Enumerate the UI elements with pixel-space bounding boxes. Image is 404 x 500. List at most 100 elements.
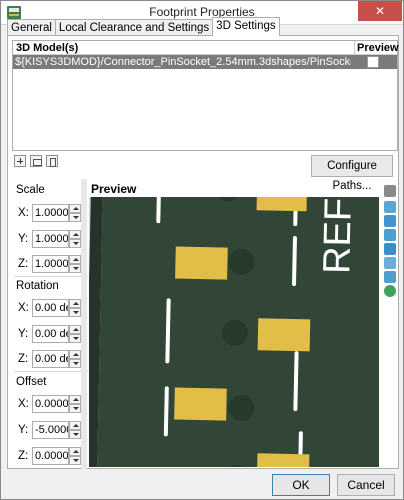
silk-line <box>156 197 162 224</box>
pad <box>256 197 308 212</box>
offset-z-input[interactable]: 0.0000 m <box>32 447 69 465</box>
spin-up-icon[interactable] <box>69 299 81 308</box>
spin-up-icon[interactable] <box>69 350 81 359</box>
spin-down-icon[interactable] <box>69 213 81 222</box>
pad-hole <box>221 319 248 346</box>
reload-icon[interactable] <box>384 285 396 297</box>
window-title: Footprint Properties <box>149 5 255 19</box>
spin-up-icon[interactable] <box>69 230 81 239</box>
model-path[interactable]: ${KISYS3DMOD}/Connector_PinSocket_2.54mm… <box>15 55 351 69</box>
offset-y-input[interactable]: -5.0000 n <box>32 421 69 439</box>
spin-down-icon[interactable] <box>69 359 81 368</box>
spin-down-icon[interactable] <box>69 334 81 343</box>
offset-x-label: X: <box>18 398 29 410</box>
offset-z-spinner[interactable] <box>69 447 81 465</box>
tab-local-clearance[interactable]: Local Clearance and Settings <box>54 19 214 36</box>
offset-y-spinner[interactable] <box>69 421 81 439</box>
divider <box>14 276 88 277</box>
spin-up-icon[interactable] <box>69 204 81 213</box>
3d-preview-canvas[interactable]: REF <box>89 197 379 467</box>
spin-up-icon[interactable] <box>69 421 81 430</box>
ok-button[interactable]: OK <box>272 474 330 496</box>
rotation-z-input[interactable]: 0.00 deg <box>32 350 69 368</box>
scale-label: Scale <box>16 184 45 196</box>
list-header: 3D Model(s) Preview <box>13 41 399 55</box>
silk-line <box>292 236 297 287</box>
divider <box>14 371 88 372</box>
silk-line <box>293 351 299 412</box>
spin-down-icon[interactable] <box>69 456 81 465</box>
rotation-label: Rotation <box>16 280 59 292</box>
pad-hole <box>228 394 255 421</box>
configure-paths-button[interactable]: Configure Paths... <box>311 155 393 192</box>
dialog-footer: OK Cancel <box>1 471 403 499</box>
tab-bar: General Local Clearance and Settings 3D … <box>7 17 280 36</box>
rotation-z-spinner[interactable] <box>69 350 81 368</box>
rotation-x-input[interactable]: 0.00 deg <box>32 299 69 317</box>
trash-icon[interactable] <box>46 155 58 167</box>
model-row[interactable]: ${KISYS3DMOD}/Connector_PinSocket_2.54mm… <box>13 55 397 69</box>
rotation-x-spinner[interactable] <box>69 299 81 317</box>
pad <box>257 318 311 352</box>
offset-z-label: Z: <box>18 450 29 462</box>
offset-label: Offset <box>16 376 47 388</box>
close-button[interactable]: ✕ <box>358 1 402 21</box>
pad-hole <box>223 464 250 467</box>
preview-label: Preview <box>91 182 137 196</box>
spin-up-icon[interactable] <box>69 447 81 456</box>
scale-x-spinner[interactable] <box>69 204 81 222</box>
spin-up-icon[interactable] <box>69 255 81 264</box>
scale-x-label: X: <box>18 207 29 219</box>
spin-up-icon[interactable] <box>69 325 81 334</box>
rotation-y-spinner[interactable] <box>69 325 81 343</box>
preview-checkbox[interactable] <box>367 56 379 68</box>
silk-line <box>165 298 171 364</box>
rotation-z-label: Z: <box>18 353 29 365</box>
cancel-button[interactable]: Cancel <box>337 474 395 496</box>
spin-up-icon[interactable] <box>69 395 81 404</box>
scale-z-label: Z: <box>18 258 29 270</box>
column-header-preview[interactable]: Preview <box>354 41 399 55</box>
scale-z-spinner[interactable] <box>69 255 81 273</box>
view-front-icon[interactable] <box>384 201 396 213</box>
pad <box>174 387 227 421</box>
view-iso-icon[interactable] <box>384 185 396 197</box>
pad <box>175 246 228 280</box>
scale-y-spinner[interactable] <box>69 230 81 248</box>
rotation-y-input[interactable]: 0.00 deg <box>32 325 69 343</box>
spin-down-icon[interactable] <box>69 239 81 248</box>
spin-down-icon[interactable] <box>69 430 81 439</box>
list-buttons <box>14 155 58 167</box>
pad-hole <box>228 248 255 275</box>
view-back-icon[interactable] <box>384 215 396 227</box>
model-list: 3D Model(s) Preview ${KISYS3DMOD}/Connec… <box>12 40 399 151</box>
spin-down-icon[interactable] <box>69 264 81 273</box>
view-bottom-icon[interactable] <box>384 271 396 283</box>
folder-icon[interactable] <box>30 155 42 167</box>
scale-z-input[interactable]: 1.0000 <box>32 255 69 273</box>
spin-down-icon[interactable] <box>69 308 81 317</box>
tab-3d-settings[interactable]: 3D Settings <box>212 17 280 36</box>
pad <box>256 453 310 467</box>
scale-y-label: Y: <box>18 233 29 245</box>
column-header-model[interactable]: 3D Model(s) <box>16 41 78 55</box>
pad-hole <box>215 197 240 202</box>
view-right-icon[interactable] <box>384 243 396 255</box>
pcb-board: REF <box>96 197 379 467</box>
rotation-x-label: X: <box>18 302 29 314</box>
rotation-y-label: Y: <box>18 328 29 340</box>
footprint-properties-dialog: Footprint Properties ✕ General Local Cle… <box>0 0 404 500</box>
spin-down-icon[interactable] <box>69 404 81 413</box>
plus-icon[interactable] <box>14 155 26 167</box>
scale-y-input[interactable]: 1.0000 <box>32 230 69 248</box>
view-top-icon[interactable] <box>384 257 396 269</box>
tab-general[interactable]: General <box>7 19 56 36</box>
offset-x-spinner[interactable] <box>69 395 81 413</box>
params-scrollbar[interactable] <box>81 179 87 469</box>
pcb-render: REF <box>156 197 360 467</box>
offset-y-label: Y: <box>18 424 29 436</box>
scale-x-input[interactable]: 1.0000 <box>32 204 69 222</box>
offset-x-input[interactable]: 0.0000 m <box>32 395 69 413</box>
ref-designator: REF <box>316 198 360 275</box>
view-left-icon[interactable] <box>384 229 396 241</box>
